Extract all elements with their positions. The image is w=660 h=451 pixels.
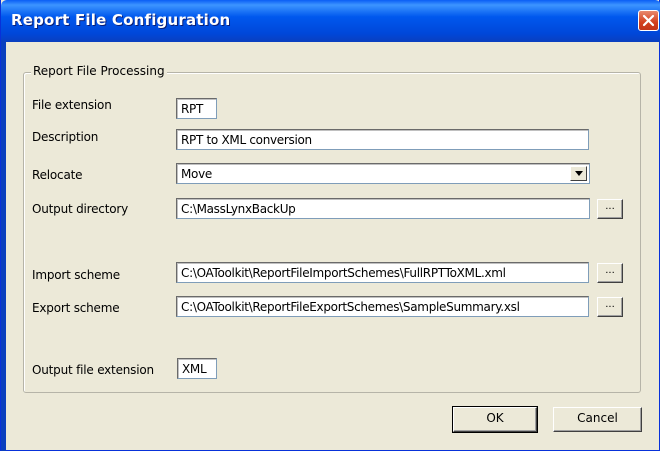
relocate-select[interactable]: Move <box>176 163 590 184</box>
export-scheme-browse-button[interactable]: ... <box>597 297 623 317</box>
relocate-label: Relocate <box>32 168 83 182</box>
output-file-extension-label: Output file extension <box>32 363 154 377</box>
output-file-extension-field[interactable]: XML <box>177 358 217 379</box>
title-bar[interactable]: Report File Configuration <box>1 0 660 42</box>
close-button[interactable] <box>638 10 659 31</box>
output-directory-label: Output directory <box>32 202 128 216</box>
window-title: Report File Configuration <box>11 11 231 29</box>
group-label: Report File Processing <box>31 64 167 78</box>
chevron-down-icon <box>575 171 583 176</box>
file-extension-field[interactable]: RPT <box>176 98 217 119</box>
relocate-dropdown-button[interactable] <box>570 166 587 181</box>
description-label: Description <box>32 130 99 144</box>
import-scheme-browse-button[interactable]: ... <box>597 263 623 283</box>
relocate-selected-value: Move <box>181 167 212 181</box>
description-field[interactable]: RPT to XML conversion <box>176 129 589 150</box>
output-directory-field[interactable]: C:\MassLynxBackUp <box>176 198 590 219</box>
report-file-configuration-dialog: Report File Configuration Report File Pr… <box>0 0 660 451</box>
export-scheme-label: Export scheme <box>32 301 120 315</box>
ok-button[interactable]: OK <box>452 406 538 433</box>
import-scheme-label: Import scheme <box>32 268 120 282</box>
export-scheme-field[interactable]: C:\OAToolkit\ReportFileExportSchemes\Sam… <box>176 296 589 317</box>
window-border <box>1 42 6 451</box>
cancel-button[interactable]: Cancel <box>553 407 642 432</box>
output-directory-browse-button[interactable]: ... <box>597 199 623 219</box>
report-file-processing-group <box>23 72 641 393</box>
import-scheme-field[interactable]: C:\OAToolkit\ReportFileImportSchemes\Ful… <box>176 262 589 283</box>
close-icon <box>642 14 655 27</box>
file-extension-label: File extension <box>32 98 112 112</box>
